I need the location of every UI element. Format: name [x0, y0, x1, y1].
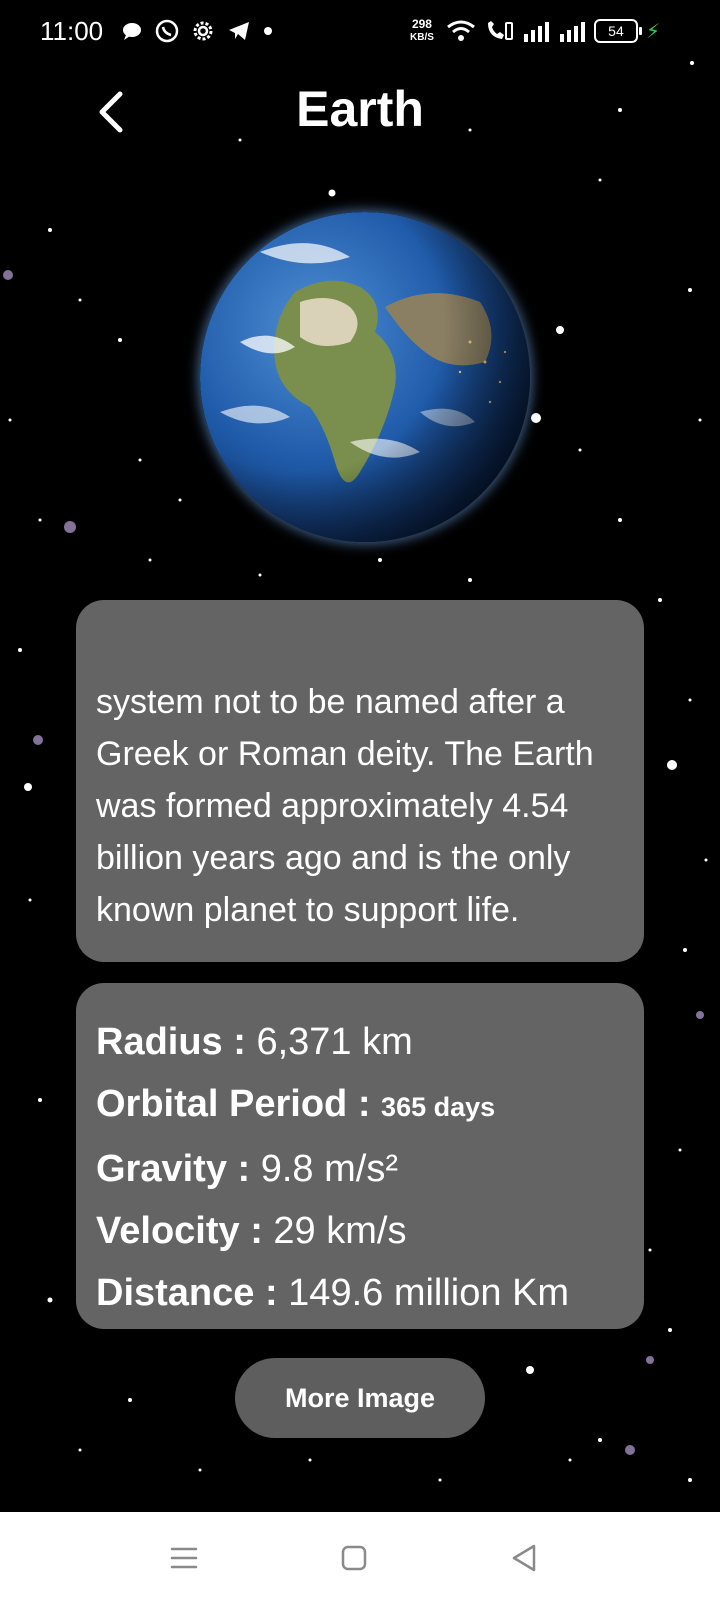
stats-card: Radius : 6,371 km Orbital Period : 365 d… [76, 983, 644, 1329]
stat-radius: Radius : 6,371 km [96, 1011, 624, 1073]
stat-velocity-label: Velocity : [96, 1210, 274, 1252]
back-triangle-icon[interactable] [504, 1538, 544, 1578]
charging-icon: ⚡ [645, 20, 660, 43]
stat-velocity-value: 29 km/s [273, 1210, 407, 1252]
stat-velocity: Velocity : 29 km/s [96, 1200, 624, 1262]
more-image-button[interactable]: More Image [235, 1358, 485, 1438]
planet-detail-screen: 11:00 298 KB/S 54 ⚡ Earth system not to … [0, 0, 720, 1600]
status-bar: 11:00 298 KB/S 54 ⚡ [0, 0, 720, 64]
system-status-icons: 298 KB/S 54 ⚡ [406, 18, 660, 44]
page-title: Earth [296, 81, 424, 137]
stat-distance: Distance : 149.6 million Km [96, 1262, 624, 1324]
telegram-icon [229, 22, 249, 40]
stat-radius-value: 6,371 km [256, 1021, 413, 1063]
stat-orbital-period-label: Orbital Period : [96, 1083, 382, 1125]
home-square-icon[interactable] [334, 1538, 374, 1578]
stat-orbital-period-value: 365 days [381, 1092, 496, 1122]
settings-gear-icon [193, 21, 213, 41]
stat-orbital-period: Orbital Period : 365 days [96, 1073, 624, 1138]
signal-2-icon [559, 22, 585, 42]
stat-gravity-value: 9.8 m/s² [260, 1148, 398, 1190]
wifi-icon [447, 20, 475, 41]
earth-globe-image [200, 212, 530, 542]
stat-radius-label: Radius : [96, 1021, 257, 1063]
stat-gravity: Gravity : 9.8 m/s² [96, 1138, 624, 1200]
network-speed: 298 KB/S [406, 18, 438, 44]
notification-icons [120, 18, 274, 44]
description-card[interactable]: system not to be named after a Greek or … [76, 600, 644, 962]
network-speed-unit: KB/S [410, 32, 434, 43]
whatsapp-icon [155, 19, 179, 43]
description-text: system not to be named after a Greek or … [96, 683, 594, 929]
navigation-bar [0, 1512, 720, 1600]
stat-distance-label: Distance : [96, 1272, 289, 1314]
battery-icon: 54 [593, 19, 642, 43]
signal-1-icon [523, 22, 549, 42]
chat-bubble-icon [123, 23, 141, 40]
dot-icon [264, 27, 272, 35]
network-speed-value: 298 [411, 17, 432, 31]
menu-icon[interactable] [164, 1538, 204, 1578]
stat-distance-value: 149.6 million Km [288, 1272, 570, 1314]
wifi-calling-icon [487, 21, 513, 40]
status-time: 11:00 [40, 16, 104, 46]
stat-gravity-label: Gravity : [96, 1148, 261, 1190]
